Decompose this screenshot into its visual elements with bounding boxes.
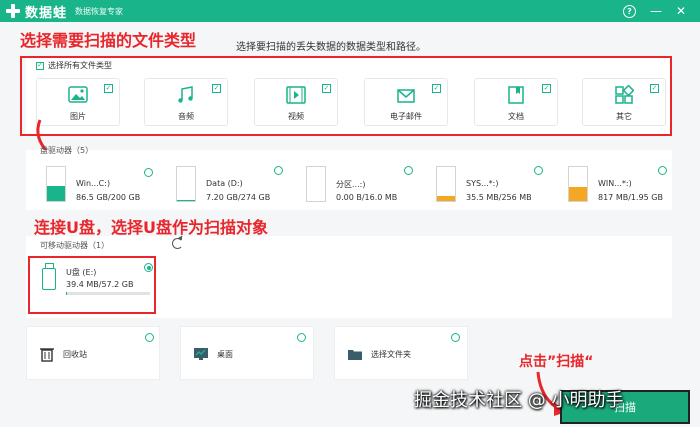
app-logo: 数据蛙 <box>5 2 67 21</box>
drive-name: SYS...*:) <box>466 179 499 188</box>
app-name: 数据蛙 <box>25 5 68 21</box>
location-select-folder[interactable]: 选择文件夹 <box>334 326 468 380</box>
drive-icon <box>176 166 196 202</box>
location-radio[interactable] <box>451 333 460 342</box>
drive-radio[interactable] <box>274 166 283 175</box>
drive-radio[interactable] <box>534 166 543 175</box>
drive-name: Win...C:) <box>76 179 111 188</box>
close-button[interactable]: ✕ <box>676 4 686 18</box>
drive-name: Data (D:) <box>206 179 243 188</box>
drive-name: WIN...*:) <box>598 179 632 188</box>
drive-item[interactable]: Win...C:) 86.5 GB/200 GB <box>36 166 153 208</box>
drive-icon <box>436 166 456 202</box>
drive-icon <box>568 166 588 202</box>
drive-size: 86.5 GB/200 GB <box>76 193 141 202</box>
annotation-box-file-types <box>20 56 672 136</box>
disk-drives-panel: 盘驱动器（5） Win...C:) 86.5 GB/200 GB Data (D… <box>26 146 674 210</box>
desktop-icon <box>194 348 208 360</box>
drive-size: 817 MB/1.95 GB <box>598 193 663 202</box>
drive-name: 分区...:) <box>336 180 366 189</box>
annotation-click-scan: 点击”扫描“ <box>519 354 594 370</box>
drive-item[interactable]: WIN...*:) 817 MB/1.95 GB <box>558 166 674 208</box>
location-radio[interactable] <box>297 333 306 342</box>
location-label: 回收站 <box>63 350 87 359</box>
location-desktop[interactable]: 桌面 <box>180 326 314 380</box>
annotation-select-types: 选择需要扫描的文件类型 <box>20 31 197 50</box>
title-bar: 数据蛙 数据恢复专家 ? — ✕ <box>0 0 700 22</box>
location-label: 桌面 <box>217 350 233 359</box>
removable-section-label: 可移动驱动器（1） <box>40 241 110 250</box>
drive-item[interactable]: Data (D:) 7.20 GB/274 GB <box>166 166 283 208</box>
drive-radio[interactable] <box>144 168 153 177</box>
minimize-button[interactable]: — <box>650 4 662 18</box>
watermark: 掘金技术社区 @ 小明助手 <box>414 390 624 411</box>
plus-logo-icon <box>5 3 21 19</box>
drive-radio[interactable] <box>658 166 667 175</box>
location-radio[interactable] <box>145 333 154 342</box>
annotation-box-usb <box>28 256 156 314</box>
recycle-bin-icon <box>40 348 54 362</box>
drive-size: 0.00 B/16.0 MB <box>336 193 398 202</box>
location-label: 选择文件夹 <box>371 350 411 359</box>
drive-icon <box>306 166 326 202</box>
drive-item[interactable]: SYS...*:) 35.5 MB/256 MB <box>426 166 543 208</box>
disk-section-label: 盘驱动器（5） <box>40 146 94 155</box>
drive-item[interactable]: 分区...:) 0.00 B/16.0 MB <box>296 166 413 208</box>
drive-icon <box>46 166 66 202</box>
folder-icon <box>348 350 362 360</box>
refresh-icon[interactable] <box>172 238 183 249</box>
annotation-connect-usb: 连接U盘，选择U盘作为扫描对象 <box>34 218 268 237</box>
page-subtitle: 选择要扫描的丢失数据的数据类型和路径。 <box>236 42 426 53</box>
drive-radio[interactable] <box>404 166 413 175</box>
drive-size: 35.5 MB/256 MB <box>466 193 532 202</box>
help-icon[interactable]: ? <box>622 4 636 18</box>
app-subtitle: 数据恢复专家 <box>75 6 124 16</box>
drive-size: 7.20 GB/274 GB <box>206 193 271 202</box>
location-recycle-bin[interactable]: 回收站 <box>26 326 160 380</box>
